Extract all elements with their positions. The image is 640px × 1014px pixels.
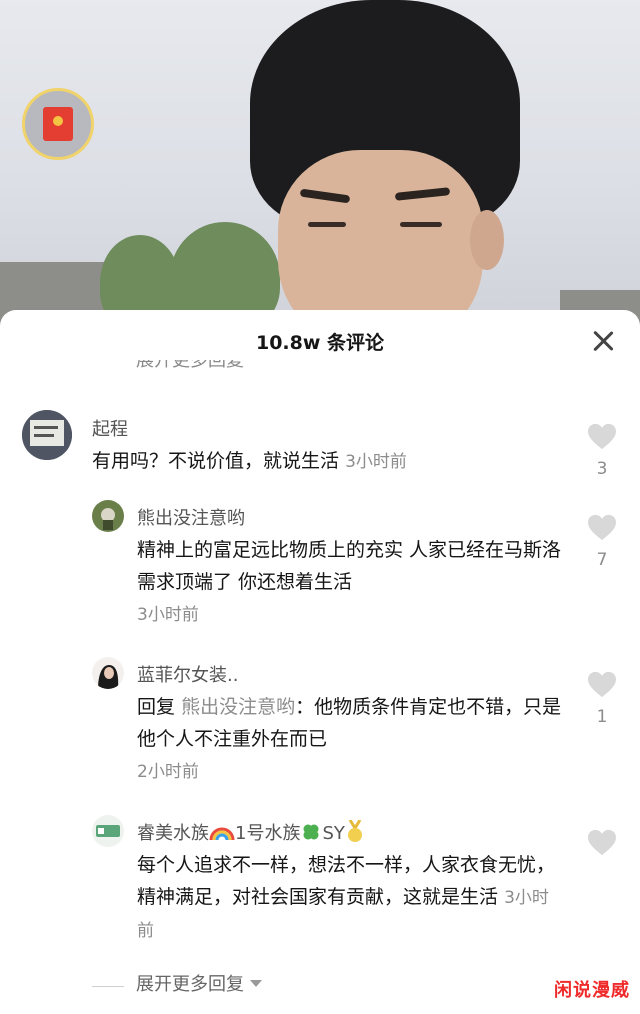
clipped-expand-replies[interactable]: 展开更多回复 — [136, 360, 244, 374]
like-count: 3 — [596, 459, 608, 479]
username[interactable]: 睿美水族 1号水族 SY — [137, 819, 365, 848]
like-button[interactable]: 7 — [585, 514, 619, 570]
video-frame[interactable] — [0, 0, 640, 330]
heart-icon — [588, 423, 616, 450]
comment-text: 每个人追求不一样，想法不一样，人家衣食无忧，精神满足，对社会国家有贡献，这就是生… — [137, 849, 557, 947]
comment-count-title: 10.8w 条评论 — [255, 331, 385, 354]
close-icon[interactable] — [590, 328, 616, 354]
comment-text: 有用吗？不说价值，就说生活 3小时前 — [92, 445, 552, 478]
username-part: 1号水族 — [235, 823, 301, 844]
like-button[interactable] — [585, 829, 619, 865]
comment-body: 有用吗？不说价值，就说生活 — [92, 450, 340, 472]
watermark: 闲说漫威 — [554, 980, 630, 1001]
chevron-down-icon — [250, 979, 262, 987]
reply-prefix: 回复 — [137, 696, 176, 718]
person-ear — [470, 210, 504, 270]
avatar[interactable] — [92, 815, 124, 847]
comment-time: 3小时前 — [137, 605, 199, 625]
username[interactable]: 熊出没注意哟 — [137, 504, 245, 530]
divider — [92, 986, 124, 987]
medal-icon — [345, 819, 365, 848]
eye — [400, 222, 442, 227]
comment-sheet: 10.8w 条评论 展开更多回复 起程 有用吗？不说价值，就说生活 3小时前 3 — [0, 310, 640, 1014]
red-packet-icon — [43, 107, 73, 141]
username[interactable]: 蓝菲尔女装.. — [137, 661, 238, 687]
comment-body: 精神上的富足远比物质上的充实 人家已经在马斯洛需求顶端了 你还想着生活 — [137, 539, 562, 593]
comment-time: 3小时前 — [345, 452, 407, 472]
expand-replies-button[interactable]: 展开更多回复 — [136, 970, 262, 996]
username-part: 睿美水族 — [137, 823, 209, 844]
heart-icon — [588, 829, 616, 856]
like-button[interactable]: 1 — [585, 671, 619, 727]
reply-target-username[interactable]: 熊出没注意哟 — [181, 696, 295, 718]
heart-icon — [588, 514, 616, 541]
avatar[interactable] — [92, 500, 124, 532]
expand-replies-label: 展开更多回复 — [136, 974, 244, 995]
red-packet-button[interactable] — [22, 88, 94, 160]
comment-body: 每个人追求不一样，想法不一样，人家衣食无忧，精神满足，对社会国家有贡献，这就是生… — [137, 854, 556, 908]
avatar[interactable] — [92, 657, 124, 689]
comment-text: 精神上的富足远比物质上的充实 人家已经在马斯洛需求顶端了 你还想着生活 3小时前 — [137, 534, 567, 631]
comment-time: 2小时前 — [137, 762, 199, 782]
username[interactable]: 起程 — [92, 415, 128, 441]
avatar[interactable] — [22, 410, 72, 460]
sheet-header: 10.8w 条评论 — [0, 310, 640, 372]
comment-text: 回复 熊出没注意哟：他物质条件肯定也不错，只是他个人不注重外在而已 2小时前 — [137, 691, 567, 788]
username-part: SY — [322, 823, 345, 844]
eye — [308, 222, 346, 227]
like-count: 1 — [596, 707, 608, 727]
clover-icon — [300, 821, 322, 847]
like-count: 7 — [596, 550, 608, 570]
like-button[interactable]: 3 — [585, 423, 619, 479]
heart-icon — [588, 671, 616, 698]
rainbow-icon — [209, 823, 235, 845]
person-face — [278, 150, 483, 330]
